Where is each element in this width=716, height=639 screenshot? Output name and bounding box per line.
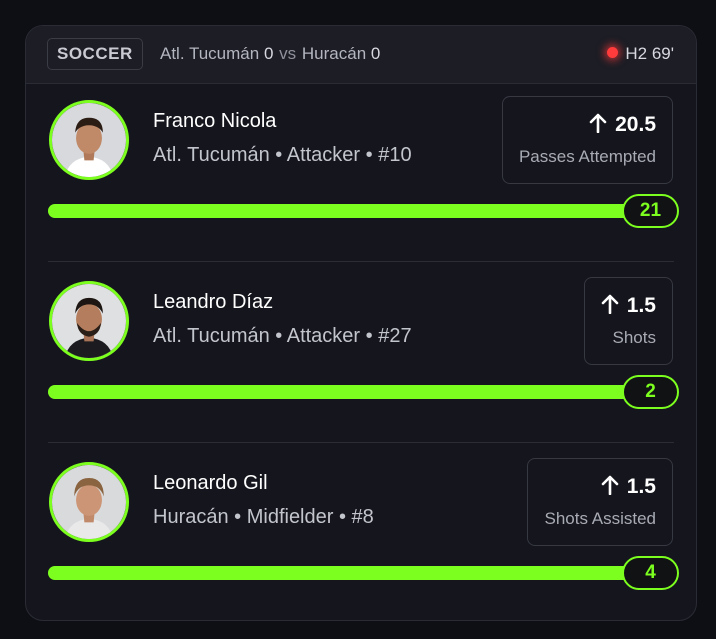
player-name: Leonardo Gil — [153, 472, 268, 494]
live-dot-icon — [607, 47, 619, 58]
sport-badge: SOCCER — [47, 38, 143, 70]
player-avatar — [49, 462, 129, 542]
prop-line-box[interactable]: 20.5 Passes Attempted — [501, 96, 673, 184]
player-row[interactable]: Franco Nicola Atl. Tucumán • Attacker • … — [26, 84, 696, 265]
prop-stat-label: Passes Attempted — [518, 147, 656, 166]
away-team: Huracán — [301, 44, 367, 63]
player-avatar — [49, 281, 129, 361]
prop-line-box[interactable]: 1.5 Shots Assisted — [527, 458, 673, 546]
prop-stat-label: Shots Assisted — [544, 509, 656, 528]
player-name: Franco Nicola — [153, 110, 277, 132]
player-meta: Huracán • Midfielder • #8 — [153, 506, 374, 528]
progress-track — [48, 385, 648, 399]
arrow-up-icon — [601, 294, 619, 314]
live-indicator: H2 69' — [607, 44, 674, 64]
arrow-up-icon — [589, 113, 607, 133]
player-row[interactable]: Leandro Díaz Atl. Tucumán • Attacker • #… — [26, 265, 696, 446]
prop-stat-label: Shots — [612, 328, 656, 347]
away-score: 0 — [370, 44, 381, 63]
player-avatar — [49, 100, 129, 180]
progress-fill — [48, 566, 648, 580]
home-score: 0 — [263, 44, 274, 63]
current-count: 21 — [622, 194, 679, 228]
current-count: 2 — [622, 375, 679, 409]
home-team: Atl. Tucumán — [160, 44, 260, 63]
progress-track — [48, 204, 648, 218]
match-clock: H2 69' — [625, 44, 674, 63]
prop-card: SOCCER Atl. Tucumán 0 vs Huracán 0 H2 69… — [25, 25, 697, 621]
row-divider — [48, 261, 674, 262]
match-header: SOCCER Atl. Tucumán 0 vs Huracán 0 H2 69… — [26, 26, 696, 84]
progress-track — [48, 566, 648, 580]
prop-line-value: 1.5 — [626, 294, 656, 317]
player-name: Leandro Díaz — [153, 291, 274, 313]
prop-line-value: 1.5 — [626, 475, 656, 498]
prop-line-box[interactable]: 1.5 Shots — [583, 277, 673, 365]
progress-fill — [48, 204, 648, 218]
player-meta: Atl. Tucumán • Attacker • #27 — [153, 325, 412, 347]
prop-line-value: 20.5 — [615, 113, 656, 136]
progress-fill — [48, 385, 648, 399]
vs-label: vs — [279, 44, 297, 63]
player-row[interactable]: Leonardo Gil Huracán • Midfielder • #8 1… — [26, 446, 696, 620]
current-count: 4 — [622, 556, 679, 590]
player-meta: Atl. Tucumán • Attacker • #10 — [153, 144, 412, 166]
arrow-up-icon — [601, 475, 619, 495]
row-divider — [48, 442, 674, 443]
match-scoreline: Atl. Tucumán 0 vs Huracán 0 — [160, 44, 380, 64]
